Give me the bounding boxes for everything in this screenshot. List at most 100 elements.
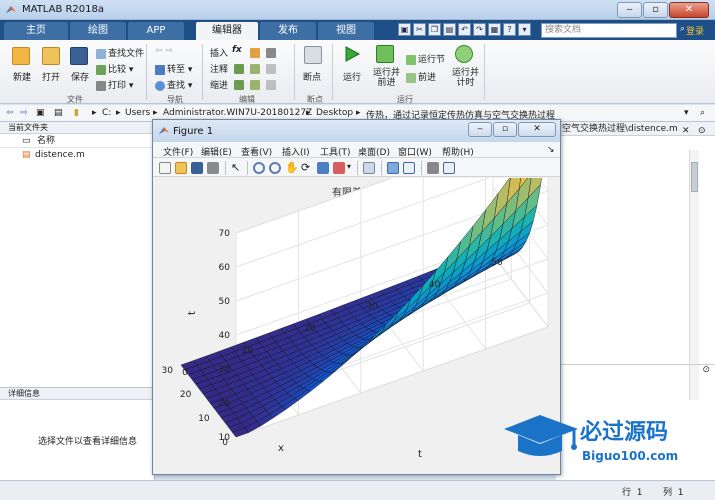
nav-arrows[interactable]: ⇦ ⇨: [155, 46, 173, 56]
switch-windows-icon[interactable]: ▦: [488, 23, 501, 36]
run-section-icon: [406, 54, 416, 65]
indent-icon[interactable]: [234, 80, 244, 90]
find-files-button[interactable]: 查找文件: [96, 46, 144, 59]
up-folder-icon[interactable]: ▣: [36, 108, 45, 118]
z-tick-label: 70: [219, 229, 231, 239]
link-plot-icon[interactable]: [363, 162, 375, 174]
path-segment[interactable]: C:: [102, 108, 111, 118]
path-segment[interactable]: Administrator.WIN7U-20180127Z: [163, 108, 312, 118]
path-segment[interactable]: Desktop: [316, 108, 353, 118]
run-and-time-button[interactable]: 运行并 计时: [452, 68, 479, 88]
insert-button[interactable]: 插入: [210, 46, 228, 59]
show-plot-tools-icon[interactable]: [443, 162, 455, 174]
rotate-3d-icon[interactable]: ⟳: [301, 162, 313, 174]
new-button[interactable]: 新建: [13, 70, 31, 83]
edit-menu-icon[interactable]: [266, 48, 276, 58]
decrease-indent-icon[interactable]: [266, 64, 276, 74]
pointer-icon[interactable]: ↖: [231, 162, 243, 174]
breakpoints-button[interactable]: 断点: [303, 70, 321, 83]
menu-tools[interactable]: 工具(T): [320, 145, 351, 158]
browse-folder-icon[interactable]: ▤: [54, 108, 63, 118]
back-arrow-icon[interactable]: ⇦: [6, 108, 14, 118]
new-figure-icon[interactable]: [159, 162, 171, 174]
copy-icon[interactable]: ❐: [428, 23, 441, 36]
open-file-icon[interactable]: [175, 162, 187, 174]
maximize-button[interactable]: ▫: [643, 2, 668, 18]
uncomment-icon[interactable]: [250, 64, 260, 74]
undo-icon[interactable]: ↶: [458, 23, 471, 36]
login-link[interactable]: 登录: [686, 24, 704, 37]
brush-icon[interactable]: [333, 162, 345, 174]
tab-apps[interactable]: APP: [128, 22, 184, 40]
tab-publish[interactable]: 发布: [260, 22, 316, 40]
colorbar-icon[interactable]: [387, 162, 399, 174]
close-button[interactable]: ✕: [669, 2, 709, 18]
insert-function-fx[interactable]: fx: [232, 45, 242, 55]
pan-hand-icon[interactable]: ✋: [285, 162, 299, 174]
comment-percent-icon[interactable]: [234, 64, 244, 74]
data-cursor-icon[interactable]: [317, 162, 329, 174]
run-section-button[interactable]: 运行节: [406, 52, 445, 65]
open-button[interactable]: 打开: [42, 70, 60, 83]
run-button[interactable]: 运行: [343, 70, 361, 83]
search-documentation-input[interactable]: 搜索文档: [541, 23, 677, 38]
path-segment[interactable]: Users: [125, 108, 150, 118]
x-tick-label: 30: [162, 366, 174, 376]
dropdown-icon[interactable]: ▾: [518, 23, 531, 36]
path-search-icon[interactable]: ⌕: [700, 108, 705, 118]
print-button[interactable]: 打印 ▾: [96, 78, 133, 91]
path-dropdown-icon[interactable]: ▾: [684, 108, 689, 118]
zoom-out-icon[interactable]: [269, 162, 281, 174]
menu-window[interactable]: 窗口(W): [398, 145, 432, 158]
command-window-expand-icon[interactable]: ⊙: [702, 365, 710, 375]
panel-menu-icon[interactable]: ⊙: [698, 124, 706, 138]
menu-dock-arrow-icon[interactable]: ↘: [547, 145, 555, 155]
quick-access-toolbar: ▣ ✂ ❐ ▤ ↶ ↷ ▦ ? ▾: [398, 23, 531, 36]
tab-plots[interactable]: 绘图: [70, 22, 126, 40]
watermark-url-text: Biguo100.com: [582, 449, 678, 463]
panel-close-icon[interactable]: ✕: [682, 124, 690, 138]
redo-icon[interactable]: ↷: [473, 23, 486, 36]
menu-insert[interactable]: 插入(I): [282, 145, 310, 158]
menu-view[interactable]: 查看(V): [241, 145, 272, 158]
zoom-in-icon[interactable]: [253, 162, 265, 174]
search-icon[interactable]: ⌕: [680, 24, 685, 34]
x-tick-label: 10: [198, 414, 210, 424]
forward-arrow-icon[interactable]: ⇨: [20, 108, 28, 118]
legend-icon[interactable]: [403, 162, 415, 174]
advance-button[interactable]: 前进: [406, 70, 436, 83]
help-icon[interactable]: ?: [503, 23, 516, 36]
figure-close-button[interactable]: ✕: [518, 122, 556, 137]
menu-file[interactable]: 文件(F): [163, 145, 193, 158]
figure-minimize-button[interactable]: ‒: [468, 122, 492, 137]
tab-editor[interactable]: 编辑器: [196, 22, 258, 40]
tab-view[interactable]: 视图: [318, 22, 374, 40]
save-icon[interactable]: ▣: [398, 23, 411, 36]
name-column-header[interactable]: ▭ 名称: [0, 134, 154, 148]
paste-icon[interactable]: ▤: [443, 23, 456, 36]
find-button[interactable]: 查找 ▾: [155, 78, 192, 91]
indent-button[interactable]: 缩进: [210, 78, 228, 91]
file-type-icon: ▭: [22, 136, 31, 146]
file-list-item[interactable]: ▤ distence.m: [0, 148, 154, 162]
editor-file-tab[interactable]: 空气交换热过程\distence.m ✕ ⊙: [556, 122, 715, 136]
wrap-comment-icon[interactable]: [250, 80, 260, 90]
minimize-button[interactable]: ‒: [617, 2, 642, 18]
increase-indent-icon[interactable]: [266, 80, 276, 90]
menu-help[interactable]: 帮助(H): [442, 145, 474, 158]
menu-desktop[interactable]: 桌面(D): [358, 145, 390, 158]
cut-icon[interactable]: ✂: [413, 23, 426, 36]
tab-home[interactable]: 主页: [4, 22, 68, 40]
compare-button[interactable]: 比较 ▾: [96, 62, 133, 75]
figure-maximize-button[interactable]: ▫: [493, 122, 517, 137]
insert-section-icon[interactable]: [250, 48, 260, 58]
goto-button[interactable]: 转至 ▾: [155, 62, 192, 75]
print-figure-icon[interactable]: [207, 162, 219, 174]
menu-edit[interactable]: 编辑(E): [201, 145, 232, 158]
editor-scrollbar[interactable]: [689, 150, 699, 400]
hide-plot-tools-icon[interactable]: [427, 162, 439, 174]
save-figure-icon[interactable]: [191, 162, 203, 174]
run-and-advance-button[interactable]: 运行并 前进: [373, 68, 400, 88]
comment-button[interactable]: 注释: [210, 62, 228, 75]
save-button[interactable]: 保存: [71, 70, 89, 83]
